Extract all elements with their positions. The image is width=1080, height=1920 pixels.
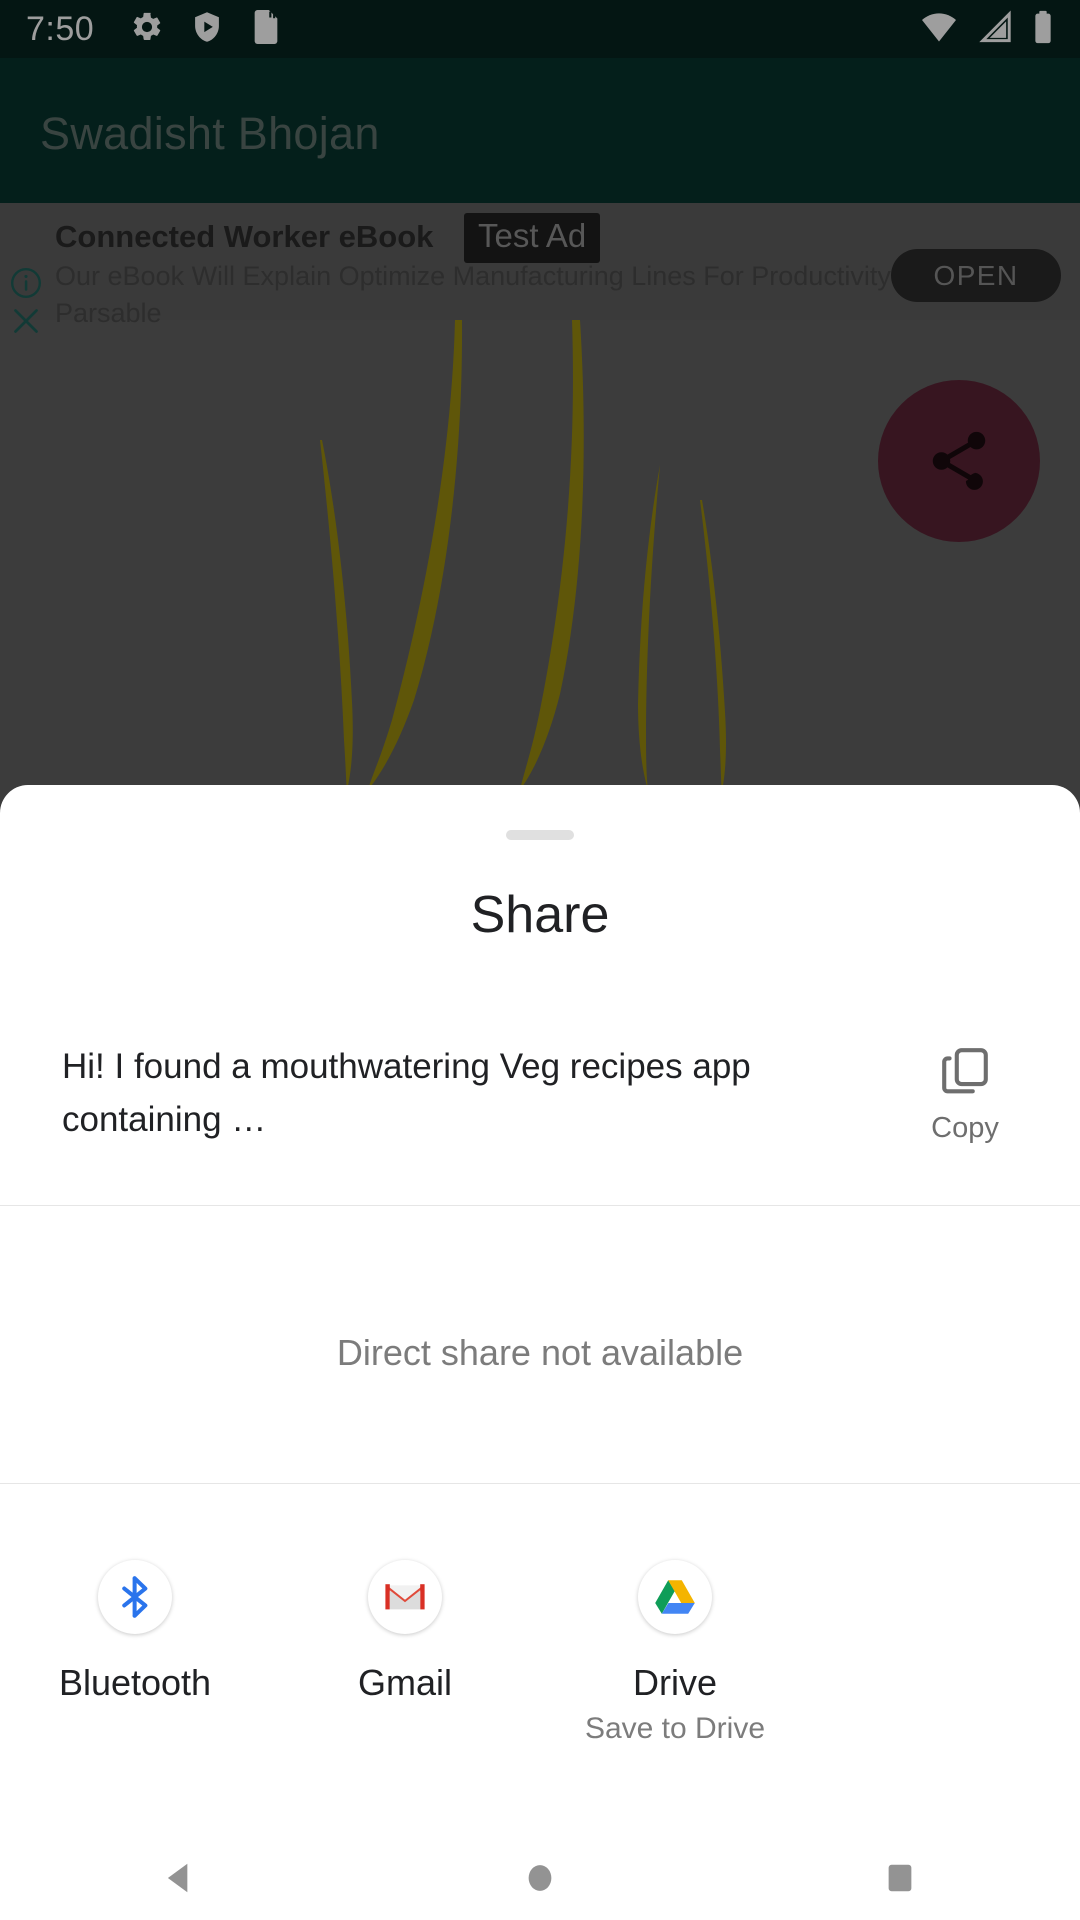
direct-share-status: Direct share not available <box>336 1332 744 1373</box>
info-icon[interactable] <box>8 265 44 306</box>
ad-advertiser-name: Parsable <box>55 298 162 328</box>
gmail-icon <box>368 1560 442 1634</box>
system-navigation-bar <box>0 1835 1080 1920</box>
back-button[interactable] <box>0 1856 360 1900</box>
home-circle-icon <box>528 1864 552 1891</box>
ad-open-button[interactable]: OPEN <box>891 249 1061 302</box>
ad-test-badge: Test Ad <box>464 213 601 263</box>
divider-bottom <box>0 1483 1080 1484</box>
share-target-list: Bluetooth Gmail Drive Save to Drive <box>0 1560 1080 1746</box>
app-bar: Swadisht Bhojan <box>0 58 1080 203</box>
cellular-signal-icon <box>976 9 1014 49</box>
sd-card-icon <box>250 9 282 49</box>
bluetooth-icon <box>98 1560 172 1634</box>
wifi-icon <box>920 10 958 49</box>
status-clock: 7:50 <box>26 9 95 48</box>
ad-body-text: Our eBook Will Explain Optimize Manufact… <box>55 261 891 291</box>
share-sheet-title: Share <box>470 886 610 944</box>
recents-button[interactable] <box>720 1856 1080 1900</box>
status-bar: 7:50 <box>0 0 1080 58</box>
drag-handle[interactable] <box>506 830 574 840</box>
copy-button[interactable]: Copy <box>890 1042 1040 1145</box>
ad-headline: Connected Worker eBook <box>55 219 434 254</box>
share-fab-button[interactable] <box>878 380 1040 542</box>
share-target-label: Drive <box>632 1662 717 1703</box>
share-target-bluetooth[interactable]: Bluetooth <box>0 1560 270 1746</box>
google-drive-icon <box>638 1560 712 1634</box>
divider-top <box>0 1205 1080 1206</box>
settings-gear-icon <box>130 10 164 49</box>
share-target-drive[interactable]: Drive Save to Drive <box>540 1560 810 1746</box>
share-target-label: Bluetooth <box>58 1662 212 1703</box>
share-target-gmail[interactable]: Gmail <box>270 1560 540 1746</box>
play-protect-shield-icon <box>190 10 224 49</box>
copy-label: Copy <box>931 1112 999 1144</box>
copy-icon <box>942 1048 988 1094</box>
share-message-text: Hi! I found a mouthwatering Veg recipes … <box>62 1047 751 1139</box>
share-target-sublabel: Save to Drive <box>584 1712 766 1745</box>
share-icon <box>932 431 986 490</box>
page-title: Swadisht Bhojan <box>40 108 380 159</box>
share-target-label: Gmail <box>357 1662 452 1703</box>
close-icon[interactable] <box>8 303 44 344</box>
share-preview-row: Hi! I found a mouthwatering Veg recipes … <box>0 1020 1080 1190</box>
battery-full-icon <box>1032 10 1054 49</box>
recents-square-icon <box>888 1864 912 1891</box>
back-triangle-icon <box>167 1863 188 1892</box>
home-button[interactable] <box>360 1856 720 1900</box>
